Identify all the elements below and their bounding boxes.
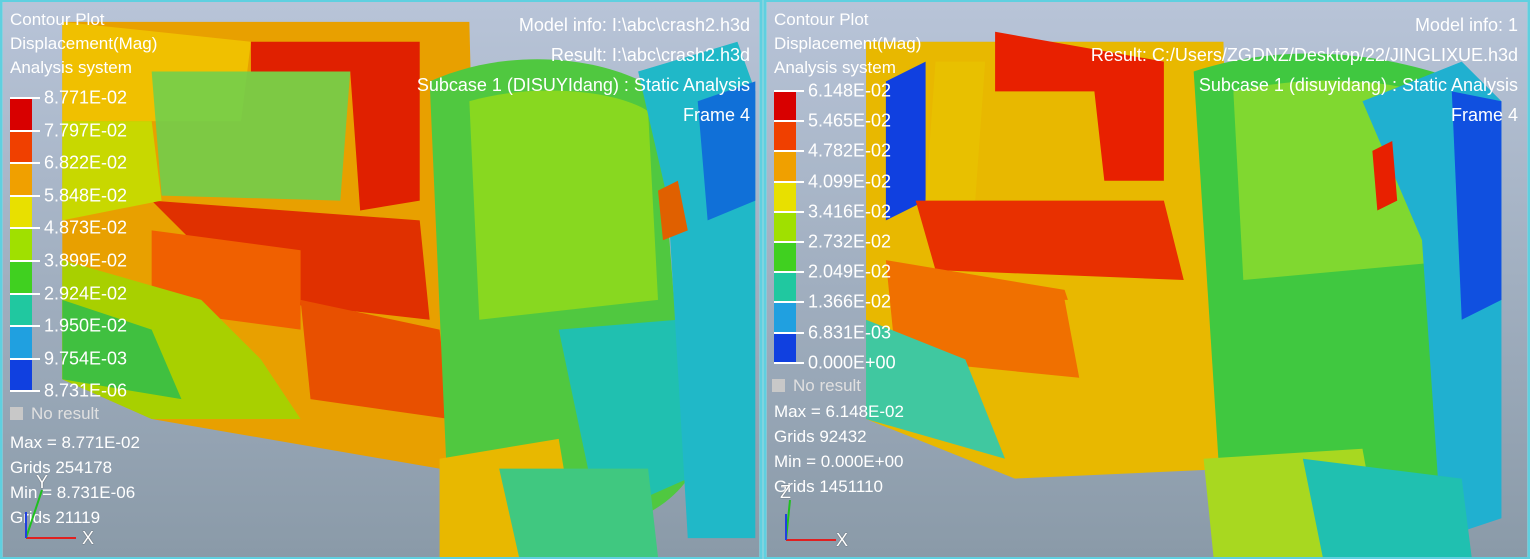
- legend-color-band: [774, 91, 796, 122]
- max-value: Max = 8.771E-02: [10, 433, 140, 452]
- legend-color-band: [10, 228, 32, 261]
- legend-tick: [10, 97, 40, 99]
- result-type-label: Displacement(Mag): [774, 34, 922, 53]
- legend-tick: [774, 120, 804, 123]
- legend-color-band: [10, 195, 32, 229]
- legend-tick: [774, 180, 804, 183]
- frame-label: Frame 4: [1450, 105, 1518, 125]
- legend-color-band: [774, 302, 796, 333]
- legend-tick: [10, 325, 40, 328]
- legend-color-band: [774, 181, 796, 212]
- legend-color-band: [10, 326, 32, 359]
- legend-value-label: 4.782E-02: [808, 140, 892, 161]
- legend-color-band: [774, 211, 796, 242]
- legend-tick: [10, 129, 40, 132]
- legend-color-band: [774, 151, 796, 182]
- legend-tick: [10, 227, 40, 230]
- left-no-result: No result: [10, 404, 99, 424]
- right-axis-z-label: Z: [780, 482, 791, 502]
- legend-tick: [10, 292, 40, 295]
- legend-tick: [10, 194, 40, 197]
- legend-tick: [10, 260, 40, 262]
- no-result-swatch: [772, 379, 785, 392]
- plot-type-label: Contour Plot: [10, 10, 105, 29]
- legend-color-band: [774, 121, 796, 152]
- plot-type-label: Contour Plot: [774, 10, 869, 29]
- legend-value-label: 8.731E-06: [44, 380, 128, 401]
- result-file: Result: C:/Users/ZGDNZ/Desktop/22/JINGLI…: [1090, 45, 1518, 65]
- right-title-block: Contour Plot Displacement(Mag) Analysis …: [774, 8, 921, 80]
- right-info-block: Model info: 1 Result: C:/Users/ZGDNZ/Des…: [1091, 10, 1518, 130]
- left-viewport-panel[interactable]: Contour Plot Displacement(Mag) Analysis …: [0, 0, 762, 559]
- model-info: Model info: I:\abc\crash2.h3d: [518, 15, 750, 35]
- legend-tick: [10, 357, 40, 360]
- right-axis-triad-icon: [785, 499, 836, 541]
- legend-color-band: [10, 293, 32, 327]
- frame-label: Frame 4: [682, 105, 750, 125]
- legend-color-band: [774, 242, 796, 273]
- legend-value-label: 2.924E-02: [44, 283, 128, 304]
- legend-tick: [10, 162, 40, 165]
- left-axis-y-label: Y: [36, 472, 49, 492]
- legend-value-label: 2.049E-02: [808, 261, 892, 282]
- no-result-swatch: [10, 407, 23, 420]
- legend-value-label: 7.797E-02: [44, 120, 128, 141]
- subcase-label: Subcase 1 (DISUYIdang) : Static Analysis: [416, 75, 750, 95]
- legend-value-label: 1.366E-02: [808, 291, 892, 312]
- legend-value-label: 9.754E-03: [44, 348, 128, 369]
- right-viewport-panel[interactable]: Contour Plot Displacement(Mag) Analysis …: [764, 0, 1530, 559]
- left-axis-triad-icon: [25, 489, 76, 539]
- legend-color-band: [774, 272, 796, 303]
- legend-value-label: 1.950E-02: [44, 315, 128, 336]
- legend-color-band: [10, 163, 32, 196]
- legend-value-label: 4.873E-02: [44, 217, 128, 238]
- legend-value-label: 2.732E-02: [808, 231, 892, 252]
- model-info: Model info: 1: [1414, 15, 1518, 35]
- legend-tick: [774, 361, 804, 364]
- legend-value-label: 6.148E-02: [808, 80, 892, 101]
- left-axis-x-label: X: [82, 528, 95, 548]
- legend-tick: [774, 90, 804, 92]
- max-value: Max = 6.148E-02: [774, 402, 904, 421]
- legend-value-label: 3.416E-02: [808, 201, 892, 222]
- right-axis-x-label: X: [836, 530, 849, 550]
- left-title-block: Contour Plot Displacement(Mag) Analysis …: [10, 8, 157, 80]
- legend-value-label: 3.899E-02: [44, 250, 128, 271]
- legend-value-label: 8.771E-02: [44, 87, 128, 108]
- legend-tick: [774, 271, 804, 274]
- legend-value-label: 0.000E+00: [808, 352, 896, 373]
- legend-value-label: 6.831E-03: [808, 322, 892, 343]
- legend-value-label: 5.848E-02: [44, 185, 128, 206]
- legend-value-label: 6.822E-02: [44, 152, 128, 173]
- left-info-block: Model info: I:\abc\crash2.h3d Result: I:…: [417, 10, 750, 130]
- legend-color-band: [10, 358, 32, 392]
- result-file: Result: I:\abc\crash2.h3d: [550, 45, 750, 65]
- result-type-label: Displacement(Mag): [10, 34, 158, 53]
- max-grids: Grids 92432: [774, 427, 867, 446]
- right-no-result: No result: [772, 376, 861, 396]
- system-label: Analysis system: [774, 58, 896, 77]
- subcase-label: Subcase 1 (disuyidang) : Static Analysis: [1198, 75, 1518, 95]
- legend-tick: [774, 241, 804, 243]
- legend-value-label: 4.099E-02: [808, 171, 892, 192]
- legend-color-band: [10, 130, 32, 164]
- legend-tick: [10, 390, 40, 393]
- legend-tick: [774, 301, 804, 304]
- legend-tick: [774, 210, 804, 213]
- legend-color-band: [10, 261, 32, 294]
- legend-tick: [774, 331, 804, 334]
- system-label: Analysis system: [10, 58, 132, 77]
- legend-tick: [774, 150, 804, 153]
- legend-color-band: [774, 332, 796, 363]
- legend-color-band: [10, 98, 32, 131]
- legend-value-label: 5.465E-02: [808, 110, 892, 131]
